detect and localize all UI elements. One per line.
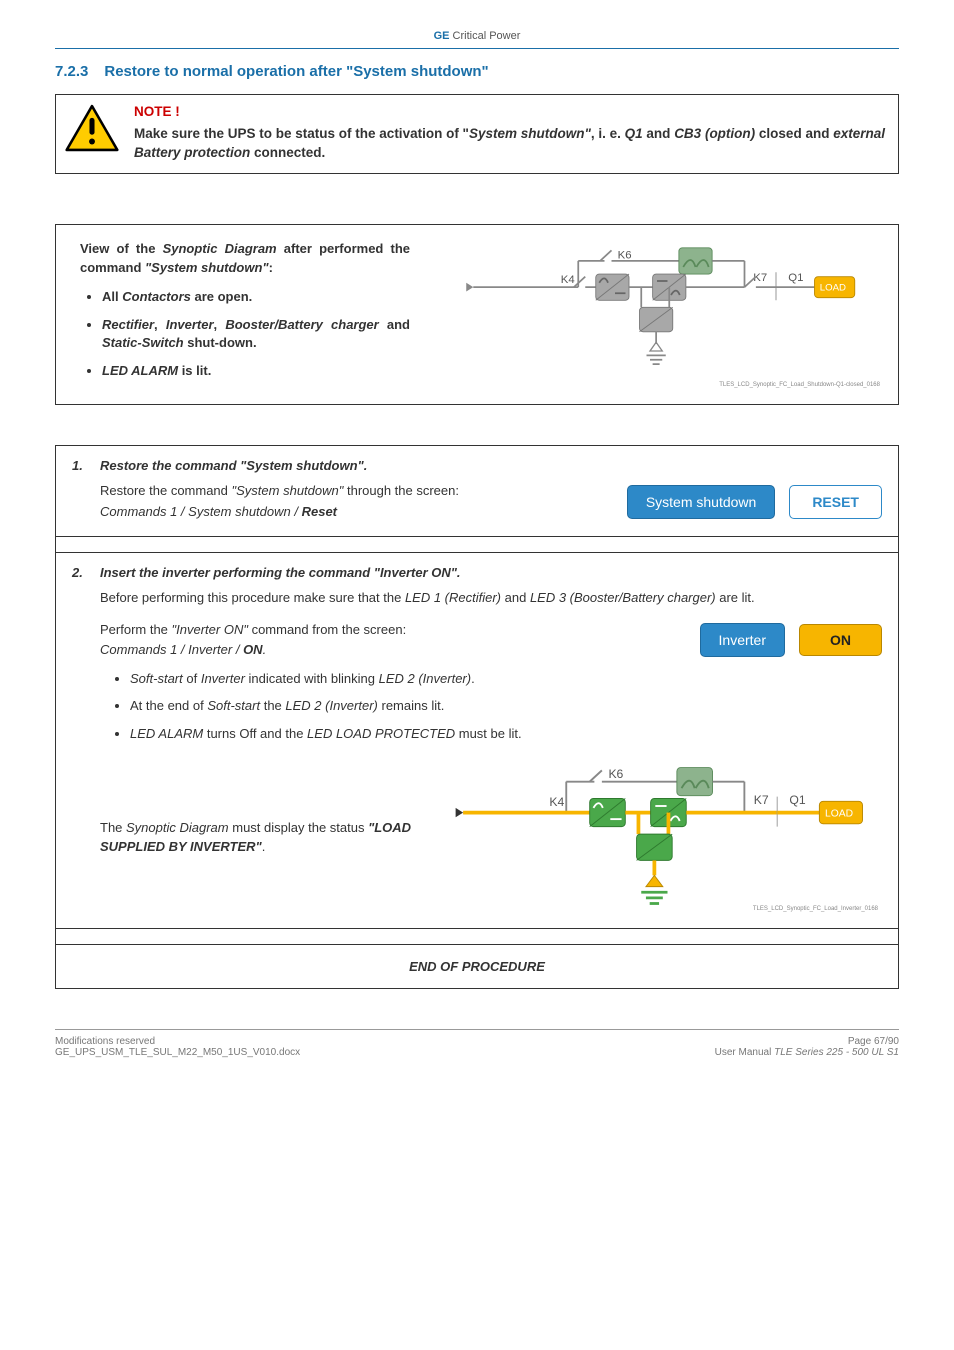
- synoptic-diagram-shutdown: K6 K4: [430, 239, 884, 391]
- footer-filename: GE_UPS_USM_TLE_SUL_M22_M50_1US_V010.docx: [55, 1047, 300, 1058]
- synoptic-diagram-inverter: K6 K4: [438, 761, 882, 914]
- note-body: Make sure the UPS to be status of the ac…: [134, 126, 885, 160]
- section-title-text: Restore to normal operation after "Syste…: [104, 63, 488, 80]
- footer-modifications: Modifications reserved: [55, 1036, 300, 1047]
- svg-text:Q1: Q1: [788, 272, 803, 284]
- step-2-title: Insert the inverter performing the comma…: [100, 565, 882, 580]
- view-bullet-2: Rectifier, Inverter, Booster/Battery cha…: [102, 316, 410, 352]
- spacer-2: [56, 929, 898, 945]
- on-button[interactable]: ON: [799, 624, 882, 656]
- svg-text:LOAD: LOAD: [825, 808, 853, 819]
- header-ge: GE: [434, 30, 450, 42]
- step-2-para1: Before performing this procedure make su…: [100, 588, 882, 608]
- step-2: 2. Insert the inverter performing the co…: [56, 553, 898, 929]
- step-2-num: 2.: [72, 565, 90, 914]
- svg-text:K7: K7: [754, 793, 769, 807]
- step-1-num: 1.: [72, 458, 90, 521]
- step-2-diagram-text: The Synoptic Diagram must display the st…: [100, 818, 420, 857]
- procedure-box: 1. Restore the command "System shutdown"…: [55, 445, 899, 988]
- step-1-text: Restore the command "System shutdown" th…: [100, 481, 607, 521]
- step-2-para2: Perform the "Inverter ON" command from t…: [100, 620, 680, 660]
- svg-text:LOAD: LOAD: [820, 282, 846, 293]
- header-cp: Critical Power: [453, 30, 521, 42]
- footer-manual: User Manual TLE Series 225 - 500 UL S1: [715, 1047, 899, 1058]
- view-bullet-1: All Contactors are open.: [102, 288, 410, 306]
- page-footer: Modifications reserved GE_UPS_USM_TLE_SU…: [55, 1029, 899, 1058]
- step-2-sb2: At the end of Soft-start the LED 2 (Inve…: [130, 697, 882, 715]
- svg-text:K6: K6: [618, 249, 632, 261]
- svg-text:K4: K4: [549, 795, 564, 809]
- step-2-sb1: Soft-start of Inverter indicated with bl…: [130, 670, 882, 688]
- warning-icon: [65, 103, 119, 153]
- diagram-tag-shutdown: TLES_LCD_Synoptic_FC_Load_Shutdown-Q1-cl…: [719, 382, 880, 388]
- system-shutdown-label: System shutdown: [627, 485, 776, 519]
- diagram-tag-inverter: TLES_LCD_Synoptic_FC_Load_Inverter_0168: [753, 906, 878, 912]
- end-of-procedure: END OF PROCEDURE: [56, 945, 898, 988]
- note-box: NOTE ! Make sure the UPS to be status of…: [55, 94, 899, 174]
- warning-icon-cell: [56, 95, 128, 161]
- section-number: 7.2.3: [55, 63, 88, 80]
- reset-button[interactable]: RESET: [789, 485, 882, 519]
- step-1: 1. Restore the command "System shutdown"…: [56, 446, 898, 536]
- page-header: GE Critical Power: [55, 30, 899, 49]
- step-2-sb3: LED ALARM turns Off and the LED LOAD PRO…: [130, 725, 882, 743]
- svg-text:Q1: Q1: [789, 793, 805, 807]
- step-1-title: Restore the command "System shutdown".: [100, 458, 882, 473]
- svg-text:K6: K6: [608, 767, 623, 781]
- spacer-1: [56, 537, 898, 553]
- note-header: NOTE !: [134, 103, 888, 122]
- footer-page: Page 67/90: [715, 1036, 899, 1047]
- section-heading: 7.2.3 Restore to normal operation after …: [55, 63, 899, 80]
- view-bullet-3: LED ALARM is lit.: [102, 362, 410, 380]
- inverter-label: Inverter: [700, 623, 785, 657]
- view-intro: View of the Synoptic Diagram after perfo…: [80, 239, 410, 278]
- svg-text:K4: K4: [561, 273, 575, 285]
- view-box: View of the Synoptic Diagram after perfo…: [55, 224, 899, 406]
